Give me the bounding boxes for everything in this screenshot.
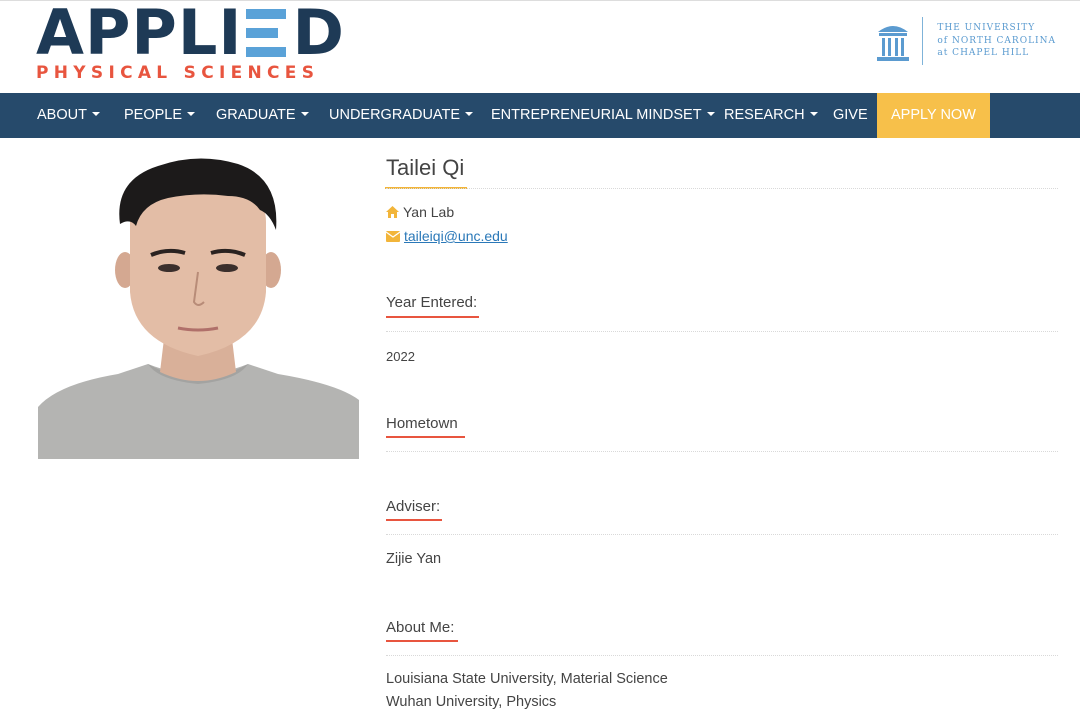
nav-item-people[interactable]: PEOPLE [124, 93, 196, 138]
logo-e-stripes [246, 9, 287, 57]
logo-text-i: I [218, 0, 243, 69]
unc-wordmark: THE UNIVERSITY of NORTH CAROLINA at CHAP… [937, 22, 1056, 60]
nav-item-undergraduate[interactable]: UNDERGRADUATE [329, 93, 474, 138]
nav-label: UNDERGRADUATE [329, 107, 461, 123]
year-entered-underline [386, 316, 479, 318]
nav-item-entrepreneurial-mindset[interactable]: ENTREPRENEURIAL MINDSET [491, 93, 715, 138]
nav-item-about[interactable]: ABOUT [37, 93, 100, 138]
nav-item-research[interactable]: RESEARCH [724, 93, 818, 138]
applied-physical-sciences-logo[interactable]: APPL I D PHYSICAL SCIENCES [36, 0, 345, 84]
unc-divider [922, 17, 924, 65]
logo-text-right: D [292, 0, 345, 69]
divider [386, 534, 1058, 535]
profile-photo [38, 152, 359, 459]
nav-item-give[interactable]: GIVE [833, 93, 868, 138]
about-me-underline [386, 640, 458, 642]
nav-item-graduate[interactable]: GRADUATE [216, 93, 309, 138]
divider [386, 188, 1058, 189]
profile-name: Tailei Qi [386, 155, 465, 180]
nav-label: ABOUT [37, 107, 87, 123]
divider [386, 655, 1058, 656]
nav-label: GIVE [833, 107, 868, 123]
about-me-text: Louisiana State University, Material Sci… [386, 668, 668, 714]
unc-line-1: THE UNIVERSITY [937, 23, 1036, 34]
caret-down-icon [706, 112, 715, 117]
adviser-underline [386, 519, 442, 521]
hometown-title: Hometown [386, 415, 458, 432]
logo-text-left: APPL [36, 0, 219, 69]
nav-label: RESEARCH [724, 107, 805, 123]
email-link[interactable]: taileiqi@unc.edu [404, 228, 508, 244]
divider [386, 331, 1058, 332]
caret-down-icon [465, 112, 474, 117]
nav-label: PEOPLE [124, 107, 183, 123]
hometown-underline [386, 436, 465, 438]
year-entered-title: Year Entered: [386, 294, 478, 311]
site-header: APPL I D PHYSICAL SCIENCES THE UNIVERSITY … [0, 0, 1080, 93]
about-line: Wuhan University, Physics [386, 694, 557, 710]
adviser-value: Zijie Yan [386, 551, 442, 567]
envelope-icon [386, 230, 400, 242]
apply-now-label: APPLY NOW [891, 107, 976, 123]
unc-line-3: at CHAPEL HILL [937, 48, 1030, 59]
apply-now-button[interactable]: APPLY NOW [877, 93, 990, 138]
caret-down-icon [91, 112, 100, 117]
logo-subtitle: PHYSICAL SCIENCES [36, 63, 320, 83]
nav-label: ENTREPRENEURIAL MINDSET [491, 107, 702, 123]
adviser-title: Adviser: [386, 498, 441, 515]
nav-label: GRADUATE [216, 107, 296, 123]
lab-row: Yan Lab [386, 204, 454, 220]
email-row[interactable]: taileiqi@unc.edu [386, 228, 508, 244]
caret-down-icon [809, 112, 818, 117]
home-icon [386, 206, 399, 218]
logo-wordmark: APPL I D [36, 0, 345, 69]
year-entered-value: 2022 [386, 349, 415, 364]
about-me-title: About Me: [386, 619, 455, 636]
old-well-icon [877, 26, 910, 61]
main-nav: ABOUT PEOPLE GRADUATE UNDERGRADUATE ENTR… [0, 93, 1080, 138]
divider [386, 451, 1058, 452]
caret-down-icon [187, 112, 196, 117]
unc-logo[interactable]: THE UNIVERSITY of NORTH CAROLINA at CHAP… [874, 17, 1056, 65]
caret-down-icon [300, 112, 309, 117]
lab-name: Yan Lab [403, 204, 455, 220]
unc-line-2: of NORTH CAROLINA [937, 35, 1056, 46]
about-line: Louisiana State University, Material Sci… [386, 671, 668, 687]
